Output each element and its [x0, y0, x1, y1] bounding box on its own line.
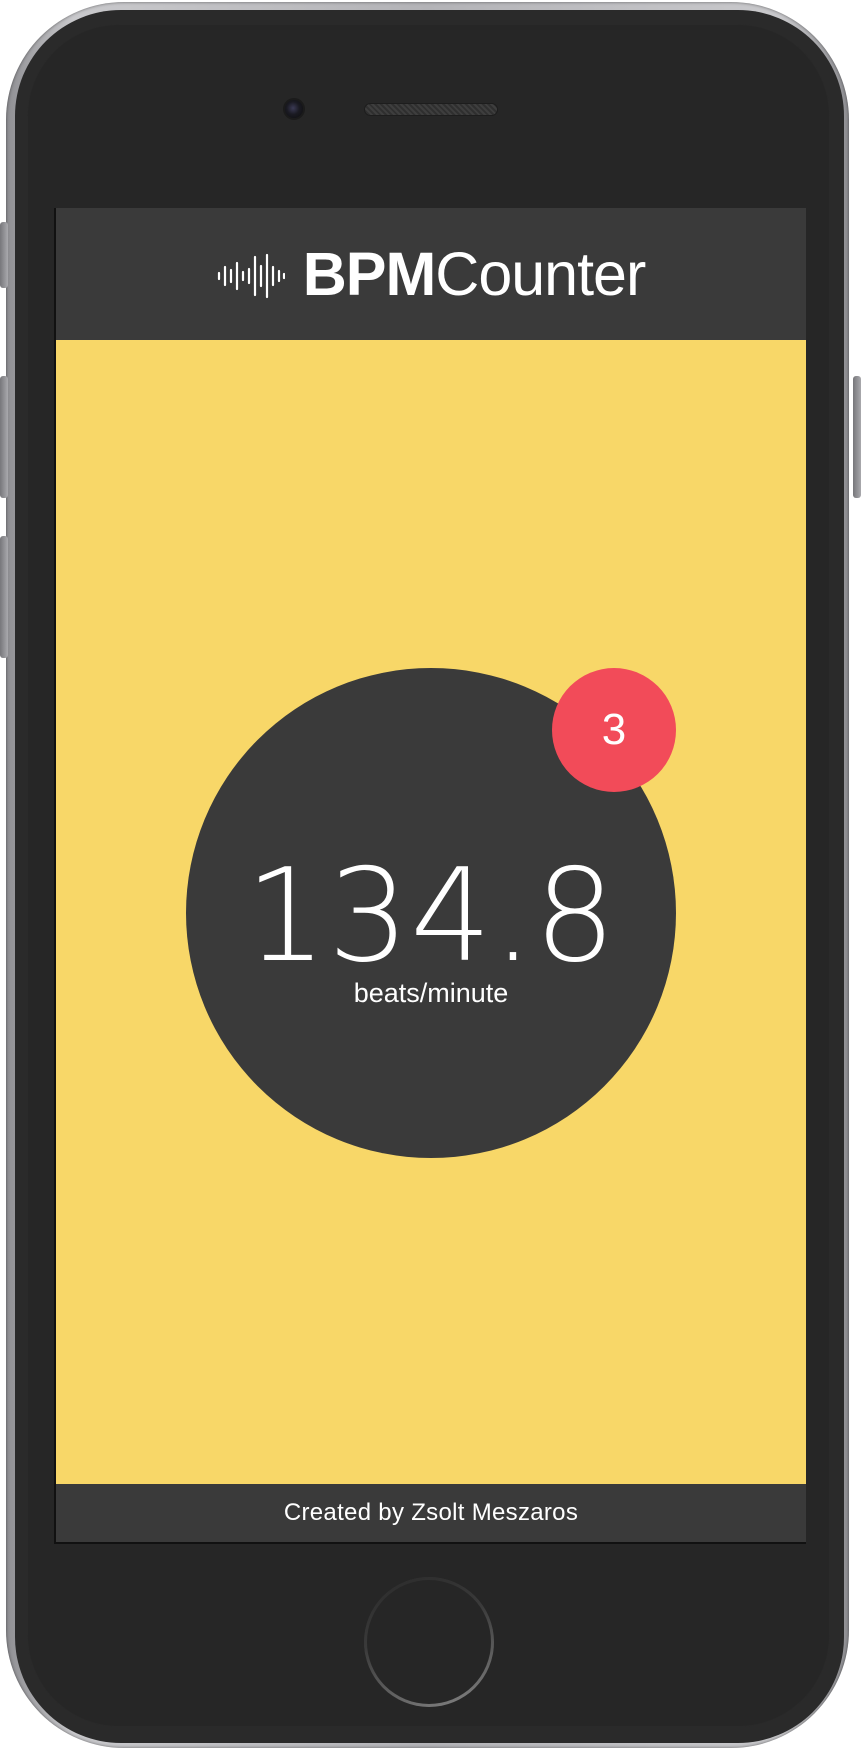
tap-count-badge: 3 [552, 668, 676, 792]
footer-credit: Created by Zsolt Meszaros [283, 1499, 579, 1526]
volume-up-button [0, 376, 8, 498]
tap-area[interactable]: 134.8 beats/minute 3 [56, 340, 806, 1484]
bpm-value: 134.8 [245, 842, 617, 991]
app-header: BPMCounter [56, 208, 806, 340]
power-button [853, 376, 861, 498]
mute-switch [0, 222, 8, 288]
home-button[interactable] [364, 1577, 494, 1707]
earpiece-speaker [364, 103, 498, 116]
app-footer: Created by Zsolt Meszaros [56, 1484, 806, 1542]
tap-count: 3 [601, 705, 627, 754]
bpm-unit-label: beats/minute [353, 978, 509, 1008]
volume-down-button [0, 536, 8, 658]
app-title: BPMCounter [303, 243, 647, 305]
app-title-bold: BPM [302, 239, 437, 308]
front-camera [283, 98, 305, 120]
app-screen: BPMCounter 134.8 beats/minute 3 Created … [54, 208, 806, 1544]
audio-waveform-icon [217, 253, 285, 299]
app-title-light: Counter [435, 239, 646, 308]
home-button-ring [364, 1577, 494, 1707]
